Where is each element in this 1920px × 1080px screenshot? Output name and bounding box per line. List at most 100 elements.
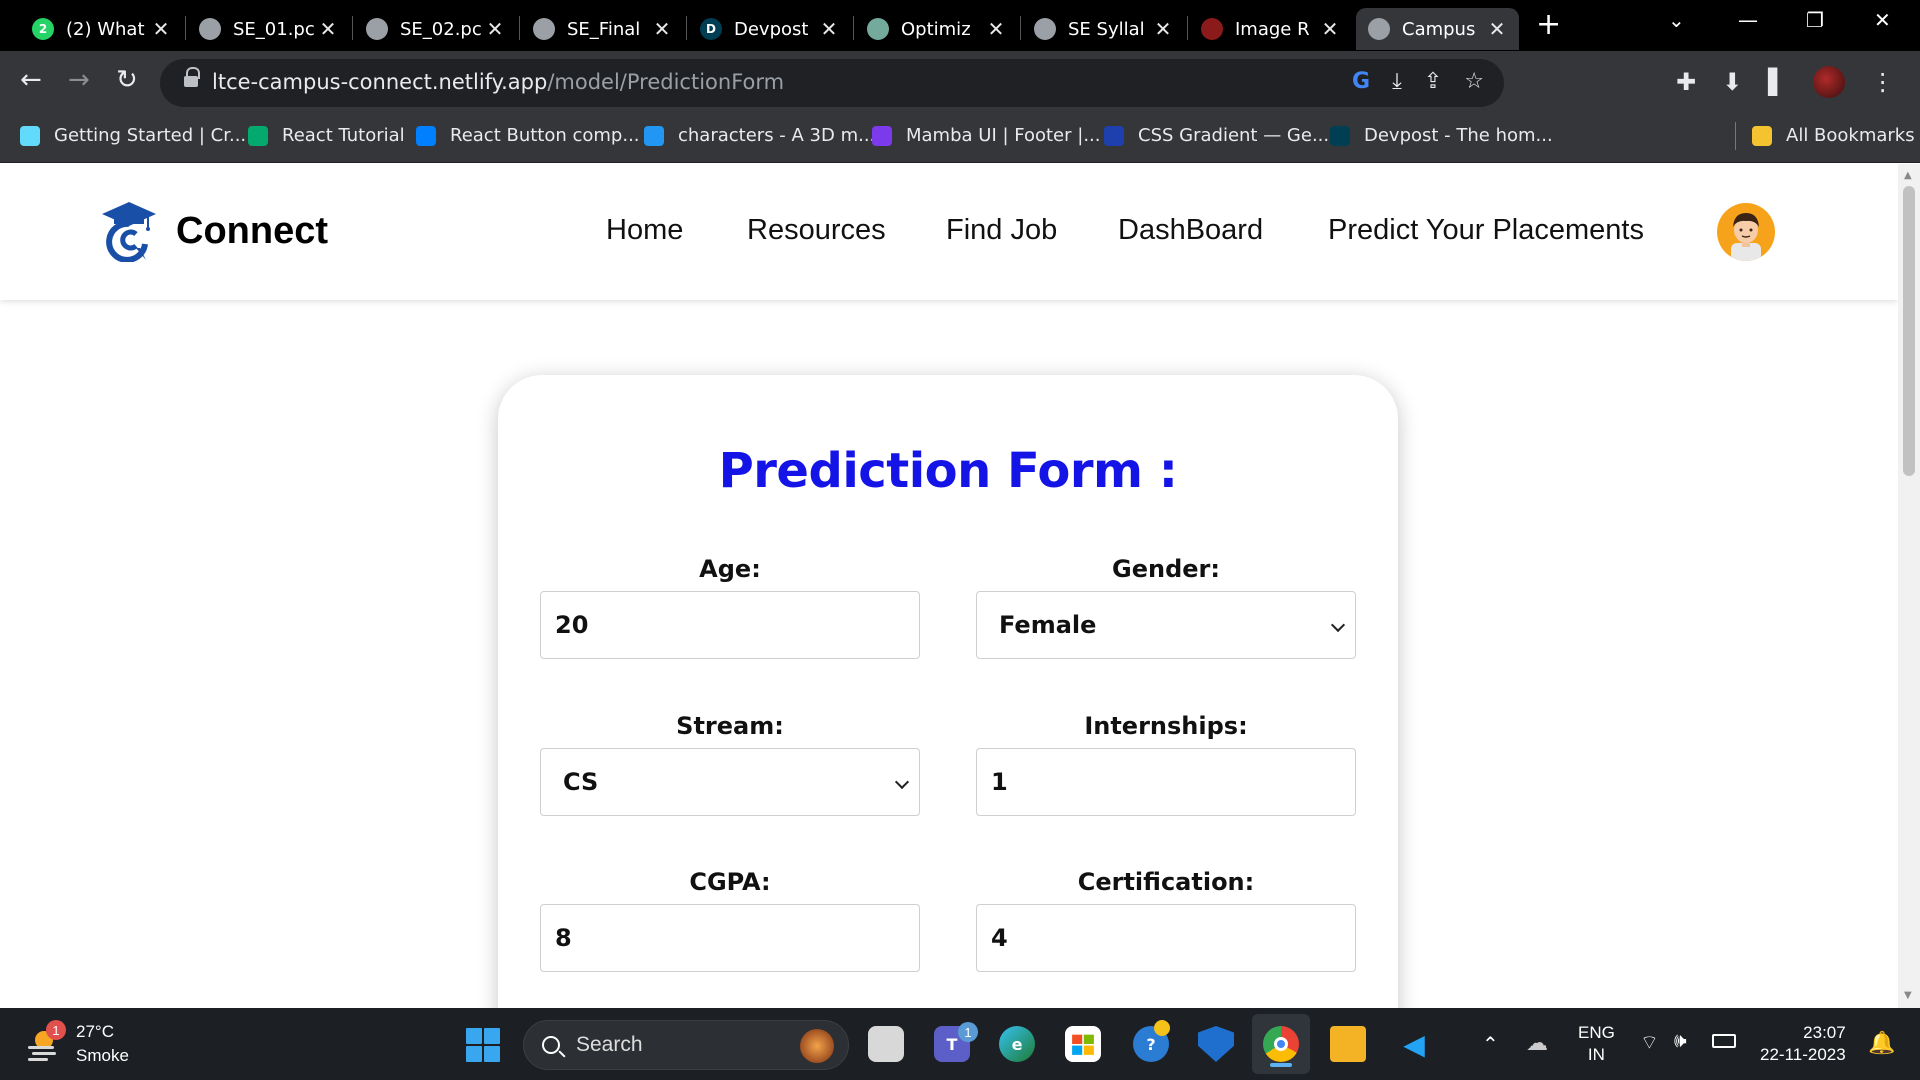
file-explorer-icon[interactable] — [1330, 1026, 1366, 1062]
internships-value: 1 — [991, 768, 1008, 796]
bookmark-6[interactable]: CSS Gradient — Ge... — [1104, 125, 1329, 146]
battery-icon[interactable] — [1712, 1034, 1736, 1048]
cgpa-input[interactable]: 8 — [540, 904, 920, 972]
gender-label: Gender: — [1112, 555, 1220, 583]
bookmark-star-icon[interactable]: ☆ — [1464, 69, 1484, 94]
tab-6[interactable]: Optimiz ✕ — [855, 8, 1018, 50]
bookmark-1[interactable]: Getting Started | Cr... — [20, 125, 246, 146]
brand-name: Connect — [176, 209, 328, 252]
close-tab-icon[interactable]: ✕ — [1320, 17, 1340, 41]
close-window-button[interactable]: ✕ — [1874, 8, 1891, 32]
bookmark-2[interactable]: React Tutorial — [248, 125, 405, 146]
nav-find-job[interactable]: Find Job — [946, 214, 1057, 247]
windows-start-icon[interactable] — [466, 1028, 500, 1062]
nav-home[interactable]: Home — [606, 214, 683, 247]
tab-7[interactable]: SE Syllal ✕ — [1022, 8, 1185, 50]
restore-button[interactable]: ❐ — [1806, 8, 1824, 32]
bookmark-label: characters - A 3D m... — [678, 125, 876, 146]
user-avatar[interactable] — [1717, 203, 1775, 261]
devpost-icon: D — [700, 18, 722, 40]
address-bar[interactable]: ltce-campus-connect.netlify.app/model/Pr… — [160, 59, 1504, 107]
weather-badge: 1 — [46, 1020, 66, 1040]
wifi-icon[interactable]: ⌔ — [1640, 1030, 1659, 1055]
close-tab-icon[interactable]: ✕ — [485, 17, 505, 41]
task-view-icon[interactable] — [868, 1026, 904, 1062]
page-scrollbar[interactable]: ▲ ▼ — [1898, 164, 1920, 1008]
age-value: 20 — [555, 611, 589, 639]
nav-resources[interactable]: Resources — [747, 214, 886, 247]
image-site-icon — [1201, 18, 1223, 40]
tab-1[interactable]: 2 (2) What ✕ — [20, 8, 183, 50]
edge-browser-icon[interactable]: e — [999, 1026, 1035, 1062]
microsoft-store-icon[interactable] — [1065, 1026, 1101, 1062]
close-tab-icon[interactable]: ✕ — [1487, 17, 1507, 41]
weather-widget[interactable]: 1 27°C Smoke — [24, 1020, 129, 1068]
nav-predict-placements[interactable]: Predict Your Placements — [1328, 214, 1644, 247]
gender-select[interactable]: Female — [976, 591, 1356, 659]
show-hidden-icons-chevron-icon[interactable]: ⌃ — [1482, 1032, 1499, 1057]
age-input[interactable]: 20 — [540, 591, 920, 659]
tab-4[interactable]: SE_Final ✕ — [521, 8, 684, 50]
bookmark-7[interactable]: Devpost - The hom... — [1330, 125, 1553, 146]
taskbar-search[interactable]: Search — [523, 1020, 849, 1070]
profile-avatar-icon[interactable] — [1812, 66, 1845, 98]
chrome-browser-icon[interactable] — [1263, 1026, 1299, 1062]
minimize-button[interactable]: — — [1738, 8, 1758, 32]
internships-input[interactable]: 1 — [976, 748, 1356, 816]
react-icon — [20, 125, 40, 146]
tab-separator — [1020, 16, 1021, 40]
nav-dashboard[interactable]: DashBoard — [1118, 214, 1263, 247]
language-code: ENG — [1578, 1023, 1615, 1042]
url-text[interactable]: ltce-campus-connect.netlify.app/model/Pr… — [212, 70, 784, 94]
clock[interactable]: 23:07 22-11-2023 — [1760, 1022, 1846, 1066]
scrollbar-thumb[interactable] — [1903, 186, 1915, 476]
certification-input[interactable]: 4 — [976, 904, 1356, 972]
close-tab-icon[interactable]: ✕ — [151, 17, 171, 41]
tab-5[interactable]: D Devpost ✕ — [688, 8, 851, 50]
forward-icon[interactable]: → — [68, 65, 90, 95]
reload-icon[interactable]: ↻ — [116, 65, 138, 95]
tab-search-chevron-icon[interactable]: ⌄ — [1668, 8, 1685, 32]
close-tab-icon[interactable]: ✕ — [819, 17, 839, 41]
close-tab-icon[interactable]: ✕ — [986, 17, 1006, 41]
new-tab-button[interactable]: + — [1536, 10, 1561, 40]
lock-icon[interactable] — [184, 67, 200, 91]
tab-2[interactable]: SE_01.pc ✕ — [187, 8, 350, 50]
share-icon[interactable]: ⇪ — [1424, 69, 1442, 94]
vscode-icon[interactable]: ◀ — [1396, 1026, 1432, 1062]
close-tab-icon[interactable]: ✕ — [652, 17, 672, 41]
google-lens-icon[interactable]: G — [1352, 69, 1370, 94]
tab-8[interactable]: Image R ✕ — [1189, 8, 1352, 50]
bookmark-3[interactable]: React Button comp... — [416, 125, 640, 146]
stream-select[interactable]: CS — [540, 748, 920, 816]
close-tab-icon[interactable]: ✕ — [318, 17, 338, 41]
extensions-puzzle-icon[interactable]: ✚ — [1676, 68, 1696, 96]
scroll-up-arrow-icon[interactable]: ▲ — [1904, 170, 1912, 181]
bookmark-5[interactable]: Mamba UI | Footer |... — [872, 125, 1100, 146]
whatsapp-icon: 2 — [32, 18, 54, 40]
menu-kebab-icon[interactable]: ⋮ — [1871, 68, 1895, 96]
language-indicator[interactable]: ENG IN — [1578, 1022, 1615, 1066]
install-app-icon[interactable]: ⤓ — [1392, 69, 1402, 94]
tab-separator — [853, 16, 854, 40]
3d-cube-icon — [644, 125, 664, 146]
devpost-icon — [1330, 125, 1350, 146]
notification-bell-icon[interactable]: 🔔 — [1868, 1030, 1895, 1056]
close-tab-icon[interactable]: ✕ — [1153, 17, 1173, 41]
side-panel-icon[interactable]: ▌ — [1768, 68, 1786, 96]
volume-icon[interactable]: 🕪 — [1674, 1030, 1687, 1053]
cgpa-field-group: CGPA: 8 — [540, 868, 920, 972]
defender-shield-icon[interactable] — [1198, 1026, 1234, 1062]
bookmark-label: Getting Started | Cr... — [54, 125, 247, 146]
onedrive-cloud-icon[interactable]: ☁ — [1526, 1030, 1548, 1056]
downloads-icon[interactable]: ⬇ — [1722, 68, 1742, 96]
tab-3[interactable]: SE_02.pc ✕ — [354, 8, 517, 50]
scroll-down-arrow-icon[interactable]: ▼ — [1904, 990, 1912, 1001]
tab-9[interactable]: Campus ✕ — [1356, 8, 1519, 50]
bookmark-4[interactable]: characters - A 3D m... — [644, 125, 875, 146]
cgpa-label: CGPA: — [689, 868, 771, 896]
brand[interactable]: Connect — [100, 200, 328, 262]
all-bookmarks-folder[interactable]: All Bookmarks — [1752, 125, 1915, 146]
back-icon[interactable]: ← — [20, 65, 42, 95]
clock-time: 23:07 — [1803, 1023, 1846, 1042]
